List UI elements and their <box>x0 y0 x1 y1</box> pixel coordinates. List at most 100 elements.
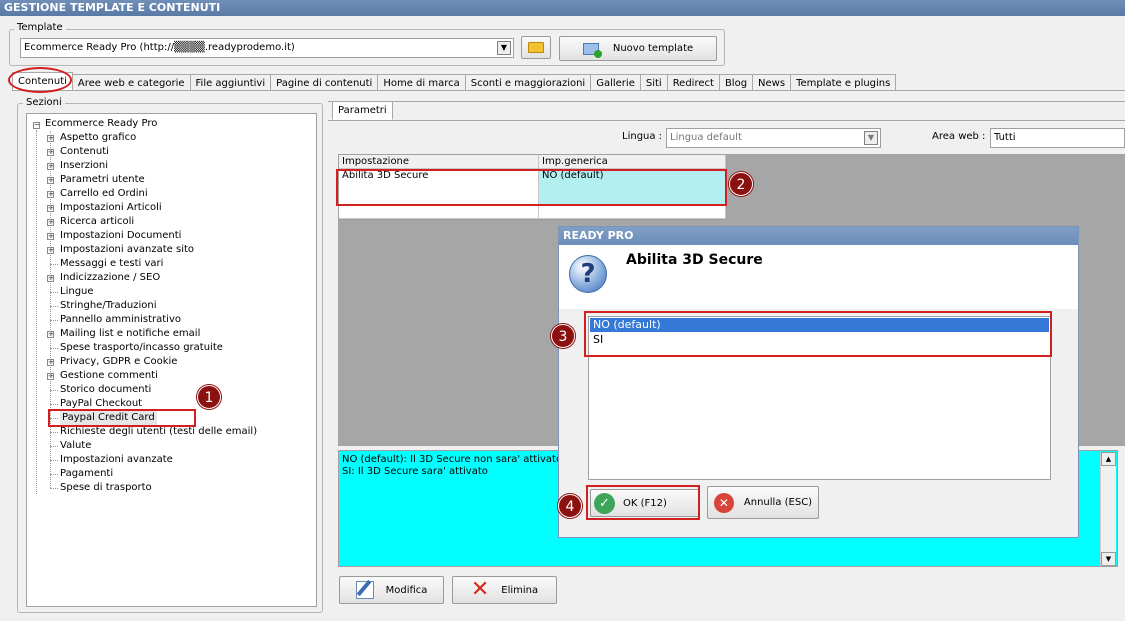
main-tabs: Contenuti Aree web e categorie File aggiun… <box>12 72 897 91</box>
annotation-badge-2: 2 <box>729 172 753 196</box>
annotation-box-4 <box>586 485 700 520</box>
annotation-badge-4: 4 <box>558 494 582 518</box>
cancel-label: Annulla (ESC) <box>743 497 813 508</box>
tree-item[interactable]: Impostazioni avanzate <box>60 453 173 467</box>
tree-connector <box>50 348 58 349</box>
tree-item[interactable]: Valute <box>60 439 91 453</box>
tree-item[interactable]: Impostazioni avanzate sito <box>60 243 194 257</box>
web-area-select-value: Tutti <box>994 132 1016 143</box>
grid-empty-cell <box>339 205 539 219</box>
open-folder-button[interactable] <box>521 36 551 59</box>
dialog-title: READY PRO <box>559 227 1078 245</box>
tree-item[interactable]: Privacy, GDPR e Cookie <box>60 355 177 369</box>
tree-connector <box>50 488 58 489</box>
template-select[interactable]: Ecommerce Ready Pro (http://▒▒▒▒.readypr… <box>20 38 514 58</box>
edit-icon <box>355 579 374 599</box>
window-title: GESTIONE TEMPLATE E CONTENUTI <box>0 0 1125 16</box>
tree-connector <box>50 306 58 307</box>
tab-gallerie[interactable]: Gallerie <box>590 74 641 91</box>
delete-x-icon: ✕ <box>470 577 490 602</box>
scroll-up-icon[interactable]: ▲ <box>1101 452 1116 466</box>
tab-redirect[interactable]: Redirect <box>666 74 720 91</box>
tree-branch-line <box>50 131 51 488</box>
tree-connector <box>50 292 58 293</box>
grid-header-setting[interactable]: Impostazione <box>339 155 539 169</box>
tree-connector <box>50 460 58 461</box>
tree-item[interactable]: Mailing list e notifiche email <box>60 327 200 341</box>
tree-item[interactable]: Impostazioni Documenti <box>60 229 181 243</box>
tab-news[interactable]: News <box>752 74 792 91</box>
language-select[interactable]: Lingua default ▼ <box>666 128 881 148</box>
tab-blog[interactable]: Blog <box>718 74 754 91</box>
tree-item[interactable]: Gestione commenti <box>60 369 158 383</box>
language-select-value: Lingua default <box>670 132 742 143</box>
annotation-box-1 <box>48 409 196 427</box>
tab-pagine-di-contenuti[interactable]: Pagine di contenuti <box>270 74 379 91</box>
tree-item[interactable]: Pannello amministrativo <box>60 313 181 327</box>
scroll-down-icon[interactable]: ▼ <box>1101 552 1116 566</box>
tree-item[interactable]: Stringhe/Traduzioni <box>60 299 157 313</box>
annotation-box-3 <box>584 311 1052 357</box>
add-template-icon <box>582 42 602 58</box>
tab-home-di-marca[interactable]: Home di marca <box>377 74 466 91</box>
params-tab-underline <box>328 120 1125 121</box>
folder-icon <box>528 42 544 53</box>
tree-item[interactable]: Lingue <box>60 285 94 299</box>
tree-connector <box>50 264 58 265</box>
tree-item[interactable]: Carrello ed Ordini <box>60 187 148 201</box>
web-area-label: Area web : <box>932 131 986 142</box>
tab-siti[interactable]: Siti <box>639 74 668 91</box>
annotation-badge-3: 3 <box>551 324 575 348</box>
web-area-select[interactable]: Tutti <box>990 128 1125 148</box>
grid-empty-cell <box>539 205 726 219</box>
collapse-icon[interactable]: − <box>33 122 40 129</box>
tree-item[interactable]: Pagamenti <box>60 467 113 481</box>
template-group-label: Template <box>14 22 66 33</box>
tree-item[interactable]: Indicizzazione / SEO <box>60 271 160 285</box>
modify-label: Modifica <box>385 584 428 596</box>
language-label: Lingua : <box>622 131 663 142</box>
tree-root[interactable]: Ecommerce Ready Pro <box>45 117 157 131</box>
delete-button[interactable]: ✕ Elimina <box>452 576 557 604</box>
cancel-x-icon: ✕ <box>713 492 734 513</box>
tree-item[interactable]: Impostazioni Articoli <box>60 201 162 215</box>
grid-header-value[interactable]: Imp.generica <box>539 155 726 169</box>
tab-template-e-plugins[interactable]: Template e plugins <box>790 74 897 91</box>
new-template-button[interactable]: Nuovo template <box>559 36 717 61</box>
sections-group-label: Sezioni <box>23 97 65 108</box>
sections-tree[interactable]: − Ecommerce Ready Pro + Aspetto grafico + C… <box>26 113 317 607</box>
tab-divider <box>12 90 1125 91</box>
tree-item[interactable]: Inserzioni <box>60 159 108 173</box>
delete-label: Elimina <box>501 584 539 596</box>
tree-item[interactable]: Aspetto grafico <box>60 131 136 145</box>
tree-item[interactable]: Messaggi e testi vari <box>60 257 163 271</box>
tab-sconti-e-maggiorazioni[interactable]: Sconti e maggiorazioni <box>464 74 592 91</box>
tree-item[interactable]: Parametri utente <box>60 173 145 187</box>
tree-connector <box>50 390 58 391</box>
tree-item[interactable]: Contenuti <box>60 145 109 159</box>
new-template-label: Nuovo template <box>612 43 694 54</box>
annotation-badge-1: 1 <box>197 385 221 409</box>
modify-button[interactable]: Modifica <box>339 576 444 604</box>
tree-item[interactable]: Spese trasporto/incasso gratuite <box>60 341 223 355</box>
chevron-down-icon[interactable]: ▼ <box>497 41 511 55</box>
dialog-header: ? Abilita 3D Secure <box>559 245 1078 309</box>
contenuti-highlight-ellipse <box>8 67 72 93</box>
tree-item[interactable]: Spese di trasporto <box>60 481 152 495</box>
tree-item[interactable]: Ricerca articoli <box>60 215 134 229</box>
tab-parametri[interactable]: Parametri <box>332 101 393 120</box>
tree-connector <box>50 474 58 475</box>
tree-connector <box>50 320 58 321</box>
template-select-value: Ecommerce Ready Pro (http://▒▒▒▒.readypr… <box>24 42 295 53</box>
tab-aree-web-e-categorie[interactable]: Aree web e categorie <box>71 74 191 91</box>
tree-item[interactable]: Richieste degli utenti (testi delle emai… <box>60 425 257 439</box>
tab-file-aggiuntivi[interactable]: File aggiuntivi <box>189 74 272 91</box>
dialog-heading: Abilita 3D Secure <box>626 252 763 268</box>
description-scrollbar[interactable]: ▲ ▼ <box>1100 452 1116 566</box>
tree-connector <box>50 404 58 405</box>
tree-item[interactable]: Storico documenti <box>60 383 151 397</box>
tree-line <box>36 130 37 494</box>
cancel-button[interactable]: ✕ Annulla (ESC) <box>707 486 819 519</box>
chevron-down-icon[interactable]: ▼ <box>864 131 878 145</box>
tree-connector <box>50 432 58 433</box>
